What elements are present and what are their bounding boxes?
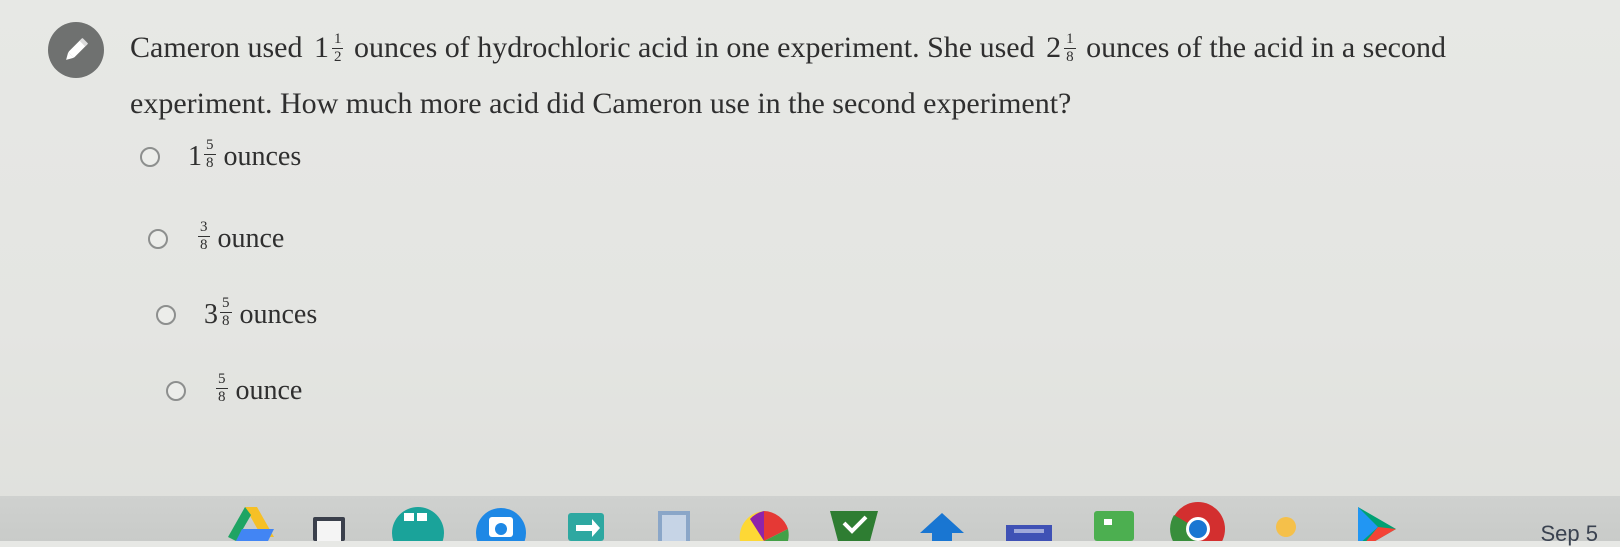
fraction-numerator: 1 (331, 30, 344, 49)
question-intro: Cameron used (130, 31, 303, 64)
forms-icon[interactable] (566, 509, 606, 541)
answer-option-4[interactable]: 58 ounce (166, 372, 303, 407)
edit-pencil-icon (48, 22, 104, 78)
screencast-icon[interactable] (1004, 515, 1054, 541)
option-unit: ounces (223, 140, 302, 172)
classroom-icon[interactable] (830, 507, 878, 541)
answer-option-3[interactable]: 3 58 ounces (156, 296, 318, 331)
first-amount-fraction: 12 (331, 30, 344, 65)
fraction-denominator: 8 (200, 237, 208, 253)
taskbar: Sep 5 (0, 496, 1620, 546)
camera-icon[interactable] (476, 503, 526, 541)
fraction-numerator: 5 (220, 295, 232, 313)
date-label[interactable]: Sep 5 (1541, 521, 1599, 547)
keep-icon[interactable] (1268, 511, 1304, 541)
fraction-numerator: 5 (216, 371, 228, 389)
question-middle: ounces of hydrochloric acid in one exper… (353, 31, 1035, 64)
option-unit: ounce (235, 374, 303, 406)
second-amount-whole: 2 (1046, 31, 1062, 64)
answer-option-1[interactable]: 1 58 ounces (140, 138, 302, 173)
laptop-icon[interactable] (310, 511, 348, 541)
first-amount-whole: 1 (313, 31, 329, 64)
radio-button[interactable] (166, 380, 186, 401)
option-fraction: 58 (220, 296, 232, 329)
option-unit: ounces (239, 298, 318, 330)
fraction-numerator: 1 (1064, 30, 1076, 49)
fraction-denominator: 8 (218, 389, 226, 405)
drive-icon[interactable] (228, 507, 274, 541)
answer-option-2[interactable]: 38 ounce (148, 220, 285, 255)
option-fraction: 58 (216, 372, 228, 405)
fraction-denominator: 8 (206, 155, 214, 171)
option-fraction: 58 (204, 138, 216, 171)
docs-icon[interactable] (652, 507, 696, 541)
option-whole: 3 (204, 298, 218, 330)
play-store-icon[interactable] (1350, 505, 1400, 541)
radio-button[interactable] (156, 304, 176, 325)
pie-chart-icon[interactable] (738, 505, 790, 541)
fraction-denominator: 2 (333, 48, 342, 65)
radio-button[interactable] (148, 228, 168, 249)
option-whole: 1 (188, 140, 202, 172)
radio-button[interactable] (140, 146, 160, 167)
option-fraction: 38 (198, 220, 210, 253)
calculator-icon[interactable] (1090, 507, 1138, 541)
fraction-denominator: 8 (222, 313, 230, 329)
fraction-numerator: 5 (204, 137, 216, 155)
sheets-icon[interactable] (392, 503, 444, 541)
fraction-denominator: 8 (1066, 48, 1074, 65)
second-amount-fraction: 18 (1064, 30, 1076, 65)
arrow-icon[interactable] (918, 511, 966, 541)
option-unit: ounce (217, 222, 285, 254)
question-text: Cameron used 112 ounces of hydrochloric … (130, 20, 1570, 132)
fraction-numerator: 3 (198, 219, 210, 237)
chrome-icon[interactable] (1170, 501, 1226, 541)
